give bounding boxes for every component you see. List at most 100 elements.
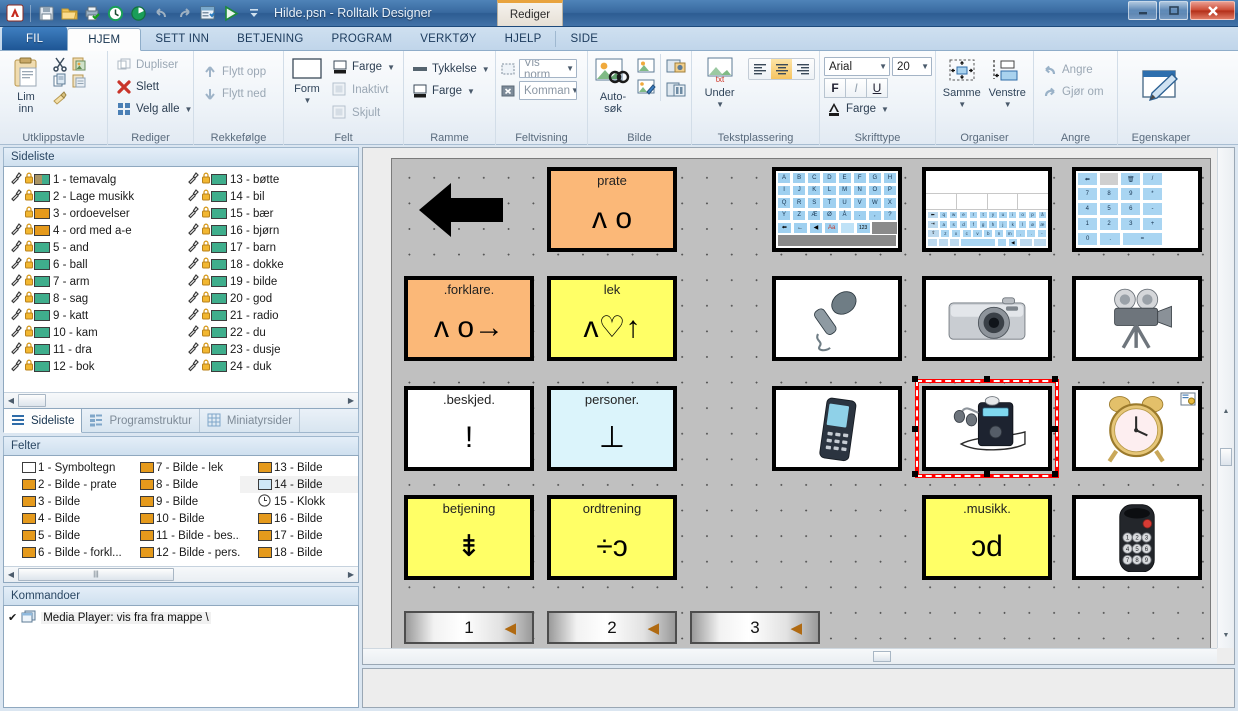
felter-item[interactable]: 1 - Symboltegn	[4, 459, 122, 476]
kommandoer-listbox[interactable]: ✔ Media Player: vis fra fra mappe \	[3, 605, 359, 708]
angre-button[interactable]: Angre	[1038, 59, 1097, 81]
sideliste-item[interactable]: 4 - ord med a-e	[4, 222, 181, 239]
canvas-cell-mp3-player[interactable]	[912, 376, 1059, 478]
felter-item[interactable]: 13 - Bilde	[240, 459, 358, 476]
sideliste-item[interactable]: 9 - katt	[4, 307, 181, 324]
felter-hscrollbar[interactable]: ◀ ||| ▶	[4, 566, 358, 582]
felter-item[interactable]: 7 - Bilde - lek	[122, 459, 240, 476]
canvas-cell-ordtrening[interactable]: ordtrening ÷ᴐ	[547, 495, 677, 580]
page-button-3[interactable]: 3 ◀	[690, 611, 820, 644]
felter-item[interactable]: 4 - Bilde	[4, 510, 122, 527]
tab-verktoy[interactable]: VERKTØY	[406, 27, 490, 50]
list-item[interactable]: ✔ Media Player: vis fra fra mappe \	[8, 609, 354, 626]
felter-item[interactable]: 10 - Bilde	[122, 510, 240, 527]
felter-listbox[interactable]: 1 - Symboltegn 2 - Bilde - prate 3 - Bilde…	[3, 455, 359, 583]
felter-item[interactable]: 12 - Bilde - pers...	[122, 544, 240, 561]
scroll-left-arrow-icon[interactable]: ◀	[4, 396, 18, 405]
canvas-cell-qwerty-keyboard[interactable]: ⬅ q w e r t y u i o p å ⇥ a s d f g h j k l ø æ ⇧ z x c v b n m,. - ◀	[922, 167, 1052, 252]
felter-item[interactable]: 17 - Bilde	[240, 527, 358, 544]
minimize-button[interactable]	[1128, 1, 1157, 20]
canvas-vscroll-thumb[interactable]	[1220, 448, 1232, 466]
canvas-cell-remote-control[interactable]: 123456789	[1072, 495, 1202, 580]
felter-item[interactable]: 9 - Bilde	[122, 493, 240, 510]
chevron-down-icon[interactable]: ▼	[184, 105, 192, 114]
cut-icon[interactable]	[52, 56, 68, 72]
resize-handle[interactable]	[1052, 471, 1058, 477]
scroll-up-arrow-icon[interactable]: ▲	[1218, 408, 1234, 420]
close-button[interactable]	[1190, 1, 1235, 20]
ramme-farge-button[interactable]: Farge ▼	[408, 80, 479, 102]
kommando-combo[interactable]: Komman ▼	[519, 81, 577, 100]
canvas-cell-camera[interactable]	[922, 276, 1052, 361]
canvas-hscroll-thumb[interactable]	[873, 651, 891, 662]
scroll-down-arrow-icon[interactable]: ▼	[1218, 632, 1234, 644]
samme-button[interactable]: Samme ▼	[940, 54, 984, 111]
pane-tab-sideliste[interactable]: Sideliste	[3, 408, 83, 433]
felter-item[interactable]: 18 - Bilde	[240, 544, 358, 561]
sideliste-item[interactable]: 10 - kam	[4, 324, 181, 341]
venstre-button[interactable]: Venstre ▼	[986, 54, 1030, 111]
scroll-right-arrow-icon[interactable]: ▶	[344, 570, 358, 579]
sideliste-item[interactable]: 18 - dokke	[181, 256, 358, 273]
slett-button[interactable]: Slett	[112, 76, 163, 98]
resize-handle[interactable]	[984, 376, 990, 382]
under-button[interactable]: txt Under ▼	[696, 54, 743, 111]
inaktivt-checkbox[interactable]: Inaktivt	[328, 79, 399, 101]
canvas-cell-lek[interactable]: lek ʌ♡↑	[547, 276, 677, 361]
app-logo-icon[interactable]	[4, 3, 25, 24]
sideliste-hscrollbar[interactable]: ◀ ▶	[4, 392, 358, 408]
scroll-left-arrow-icon[interactable]: ◀	[4, 570, 18, 579]
sideliste-item[interactable]: 6 - ball	[4, 256, 181, 273]
tykkelse-button[interactable]: Tykkelse ▼	[408, 58, 494, 80]
sideliste-item[interactable]: 20 - god	[181, 290, 358, 307]
canvas-cell-musikk[interactable]: .musikk. ᴐd	[922, 495, 1052, 580]
form-preview-icon[interactable]	[197, 3, 218, 24]
context-tab-rediger[interactable]: Rediger	[497, 0, 563, 26]
sideliste-item[interactable]: 14 - bil	[181, 188, 358, 205]
canvas-cell-betjening[interactable]: betjening ⇟	[404, 495, 534, 580]
history-clock-icon[interactable]	[105, 3, 126, 24]
bold-button[interactable]: F	[824, 78, 846, 98]
resize-handle[interactable]	[912, 376, 918, 382]
sideliste-item[interactable]: 21 - radio	[181, 307, 358, 324]
canvas-vscrollbar[interactable]: ▲ ▼	[1217, 148, 1234, 648]
image-camera-icon[interactable]	[665, 56, 687, 78]
italic-button[interactable]: I	[845, 78, 867, 98]
chevron-down-icon[interactable]: ▼	[571, 86, 576, 95]
sideliste-item[interactable]: 1 - temavalg	[4, 171, 181, 188]
pane-tab-bar[interactable]: Sideliste Programstruktur Miniatyrsider	[3, 408, 359, 433]
copy-icon[interactable]	[52, 73, 68, 89]
tab-hjelp[interactable]: HJELP	[491, 27, 556, 50]
sideliste-item[interactable]: 15 - bær	[181, 205, 358, 222]
canvas-cell-video-camera[interactable]	[1072, 276, 1202, 361]
sideliste-item[interactable]: 2 - Lage musikk	[4, 188, 181, 205]
sideliste-item[interactable]: 24 - duk	[181, 358, 358, 375]
canvas-viewport[interactable]: prate ʌ o .forklare. ʌ o→ lek ʌ♡↑ .beskjed.! pe…	[362, 147, 1235, 665]
print-check-icon[interactable]	[82, 3, 103, 24]
image-library-icon[interactable]	[665, 79, 687, 101]
image-edit-icon[interactable]	[636, 77, 656, 97]
felter-item[interactable]: 16 - Bilde	[240, 510, 358, 527]
felter-item[interactable]: 3 - Bilde	[4, 493, 122, 510]
resize-handle[interactable]	[984, 471, 990, 477]
format-painter-icon[interactable]	[52, 90, 68, 106]
felter-item[interactable]: 6 - Bilde - forkl...	[4, 544, 122, 561]
sideliste-item[interactable]: 17 - barn	[181, 239, 358, 256]
font-color-button[interactable]: Farge ▼	[824, 98, 893, 120]
chevron-down-icon[interactable]: ▼	[467, 87, 475, 96]
chevron-down-icon[interactable]: ▼	[387, 63, 395, 72]
auto-sok-button[interactable]: Auto-søk	[592, 54, 634, 115]
tab-betjening[interactable]: BETJENING	[223, 27, 317, 50]
canvas-hscrollbar[interactable]	[363, 648, 1217, 664]
resize-handle[interactable]	[1052, 376, 1058, 382]
sideliste-item[interactable]: 23 - dusje	[181, 341, 358, 358]
resize-handle[interactable]	[912, 425, 918, 432]
run-play-icon[interactable]	[220, 3, 241, 24]
chevron-down-icon[interactable]: ▼	[921, 62, 929, 71]
pane-tab-miniatyrsider[interactable]: Miniatyrsider	[200, 409, 301, 432]
image-small-icon[interactable]	[636, 56, 656, 76]
canvas-cell-beskjed[interactable]: .beskjed.!	[404, 386, 534, 471]
tab-program[interactable]: PROGRAM	[317, 27, 406, 50]
paste-special-icon[interactable]	[71, 56, 87, 72]
paste-button[interactable]: Lim inn	[4, 54, 48, 115]
